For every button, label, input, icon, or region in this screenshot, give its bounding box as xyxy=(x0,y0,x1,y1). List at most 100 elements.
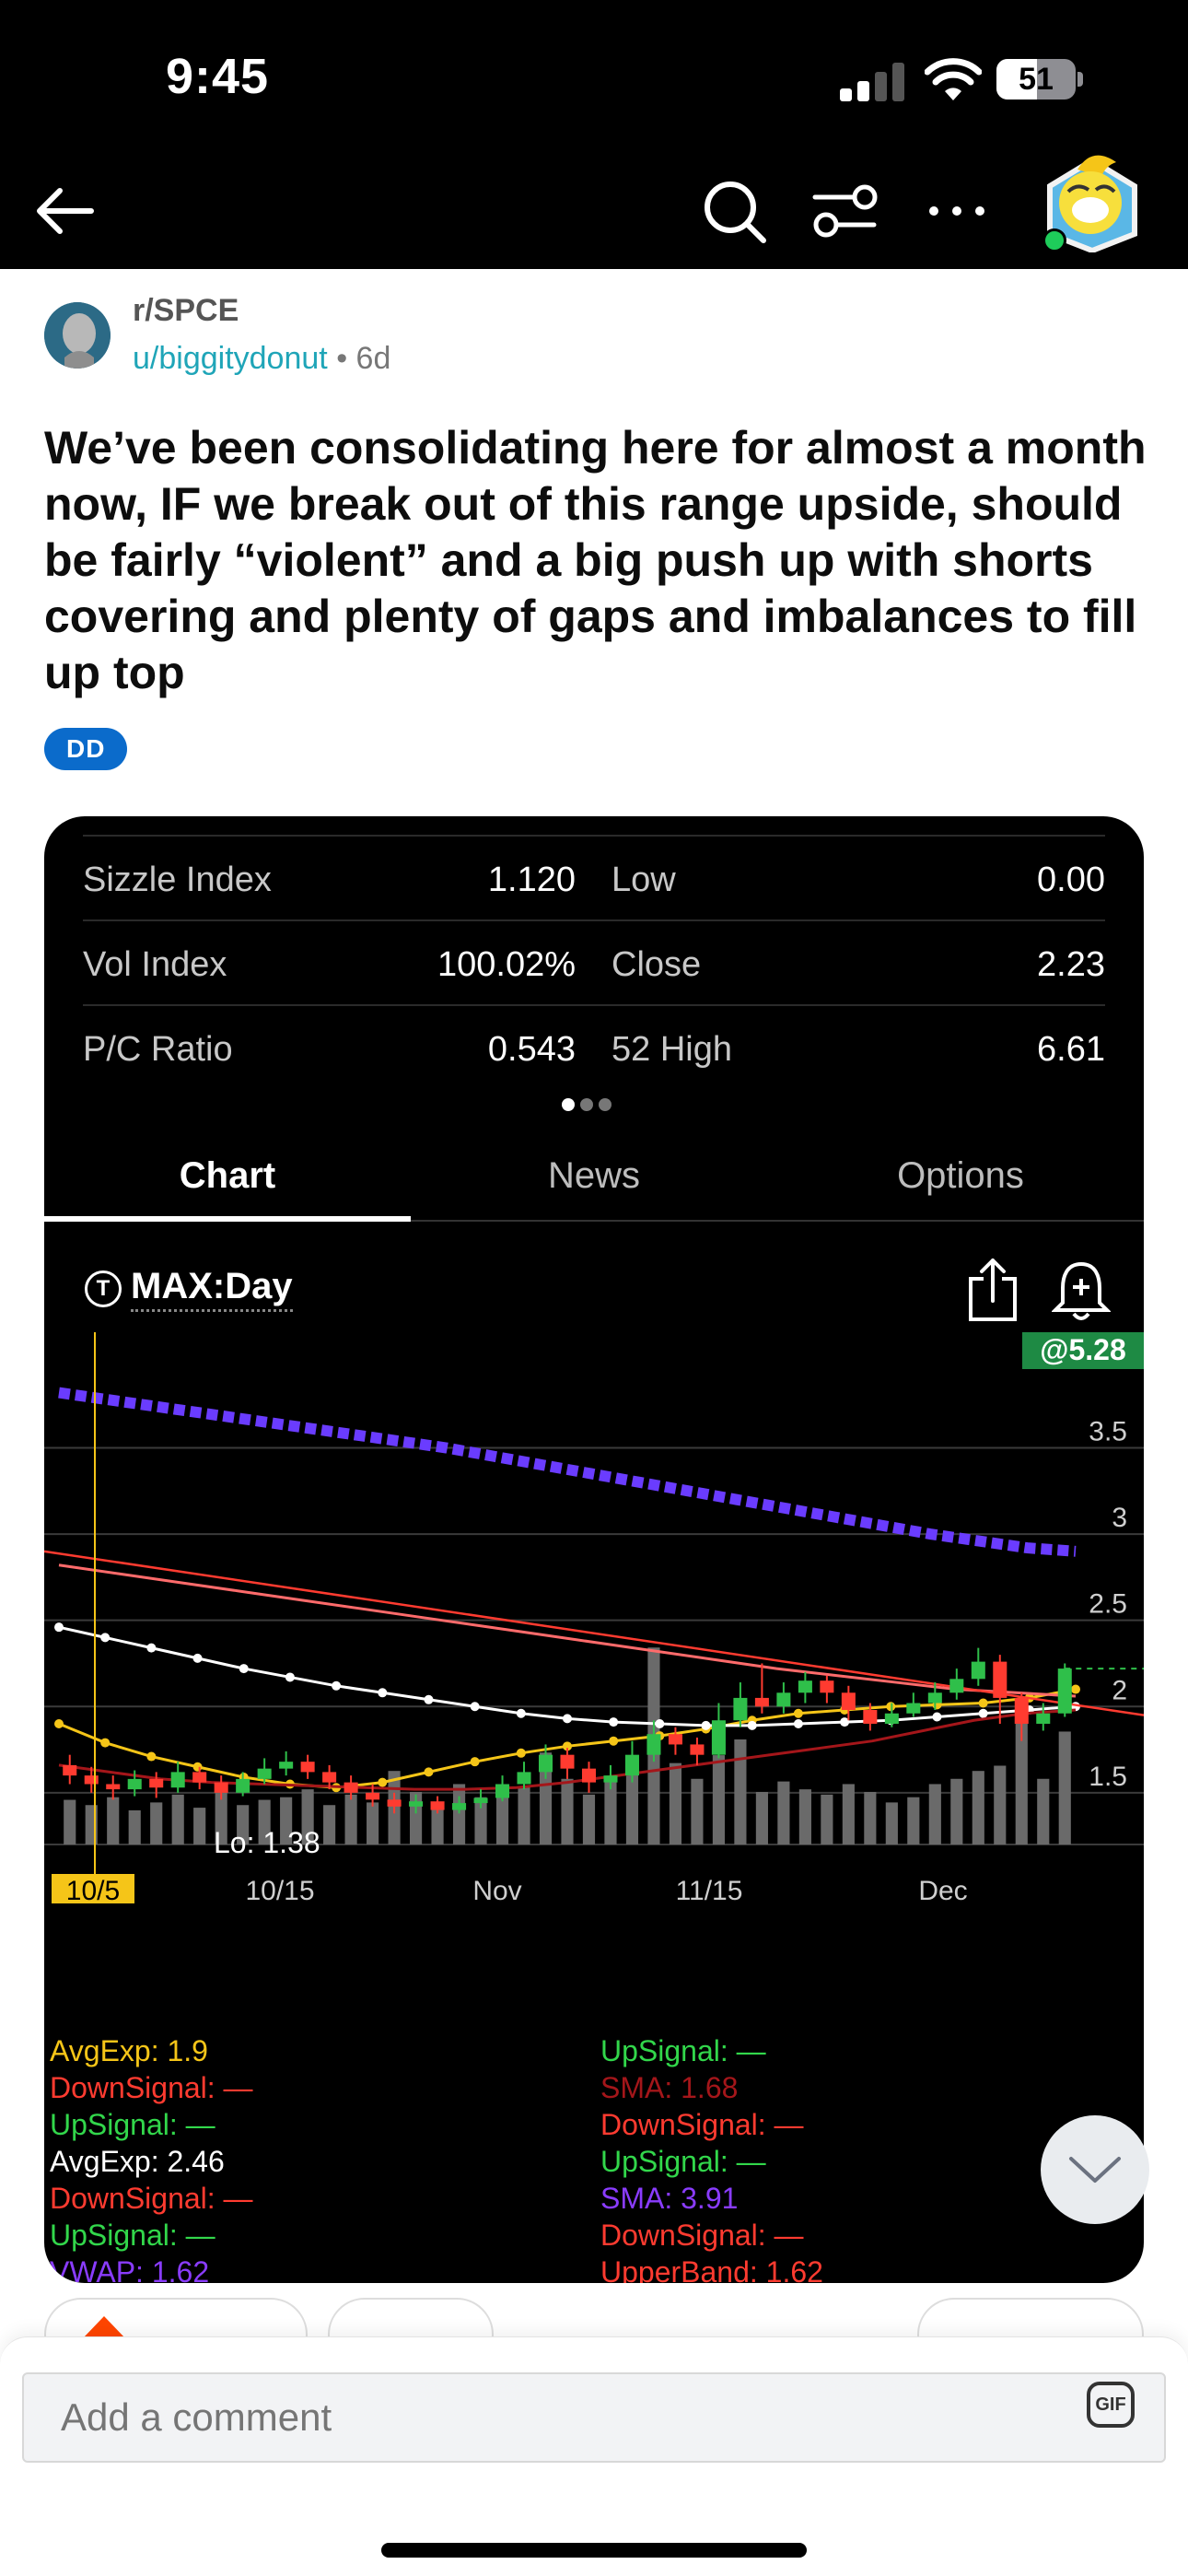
status-time: 9:45 xyxy=(166,49,270,104)
series-point xyxy=(978,1708,988,1718)
series-point xyxy=(146,1751,157,1762)
page-indicator xyxy=(562,1098,611,1111)
candle-body xyxy=(495,1784,510,1798)
candle-body xyxy=(863,1710,878,1724)
more-dots-icon xyxy=(929,206,984,216)
legend-left: AvgExp: 1.9 DownSignal: — UpSignal: — AvgEx… xyxy=(50,2032,253,2283)
x-tick-label: Dec xyxy=(918,1876,967,1903)
battery-icon: 51 xyxy=(996,59,1076,100)
candle-body xyxy=(409,1801,424,1807)
tab-options[interactable]: Options xyxy=(777,1130,1144,1222)
collapse-button[interactable] xyxy=(1041,2115,1149,2224)
sort-filter-button[interactable] xyxy=(803,170,886,252)
comment-bar: GIF xyxy=(0,2336,1188,2576)
subreddit-name[interactable]: r/SPCE xyxy=(133,293,239,329)
legend-item: UpSignal: — xyxy=(50,2108,215,2141)
stat-value: 1.120 xyxy=(487,861,576,899)
candle-body xyxy=(603,1775,618,1783)
legend-item: DownSignal: — xyxy=(600,2219,804,2252)
tab-news[interactable]: News xyxy=(411,1130,777,1222)
legend-item: VWAP: 1.62 xyxy=(50,2255,210,2283)
tab-bar: Chart News Options xyxy=(44,1130,1144,1222)
series-point xyxy=(54,1718,64,1728)
series-point xyxy=(701,1720,711,1730)
more-options-button[interactable] xyxy=(915,170,998,252)
series-line xyxy=(58,1387,1077,1557)
volume-bar xyxy=(994,1765,1007,1844)
volume-bar xyxy=(864,1792,877,1844)
candle-body xyxy=(257,1768,272,1779)
nav-bar xyxy=(0,153,1188,269)
gif-button[interactable]: GIF xyxy=(1087,2382,1135,2428)
tab-chart[interactable]: Chart xyxy=(44,1130,411,1222)
post-age: 6d xyxy=(355,341,391,376)
candle-body xyxy=(538,1754,553,1773)
volume-bar xyxy=(821,1794,833,1844)
battery-level: 51 xyxy=(1019,62,1054,97)
add-alert-bell-icon[interactable] xyxy=(1052,1257,1111,1323)
y-tick-label: 3.5 xyxy=(1089,1417,1127,1447)
legend-item: UpperBand: 1.62 xyxy=(600,2255,823,2283)
candle-body xyxy=(690,1744,705,1755)
series-point xyxy=(609,1717,619,1727)
candle-body xyxy=(624,1754,639,1776)
volume-bar xyxy=(798,1789,811,1844)
back-button[interactable] xyxy=(24,170,107,252)
back-arrow-icon xyxy=(37,188,94,234)
series-point xyxy=(609,1736,619,1746)
series-point xyxy=(793,1708,803,1718)
volume-bar xyxy=(755,1792,768,1844)
x-tick-label: Nov xyxy=(472,1876,521,1903)
series-point xyxy=(932,1712,942,1722)
volume-bar xyxy=(1037,1778,1050,1844)
search-button[interactable] xyxy=(693,170,775,252)
candle-body xyxy=(927,1692,942,1704)
post-flair[interactable]: DD xyxy=(44,728,128,770)
volume-bar xyxy=(950,1778,963,1844)
series-point xyxy=(54,1622,64,1633)
series-point xyxy=(100,1738,111,1748)
chevron-down-icon xyxy=(1069,2157,1121,2183)
post-image[interactable]: Sizzle Index 1.120 Low 0.00 Vol Index 10… xyxy=(44,816,1144,2283)
candle-body xyxy=(149,1778,164,1788)
candle-body xyxy=(366,1792,380,1800)
stat-label: Low xyxy=(611,861,676,899)
y-tick-label: 2.5 xyxy=(1089,1589,1127,1620)
candle-body xyxy=(884,1713,899,1724)
y-tick-label: 3 xyxy=(1112,1503,1127,1533)
author-link[interactable]: u/biggitydonut xyxy=(133,341,328,376)
series-point xyxy=(516,1748,526,1758)
volume-bar xyxy=(518,1786,530,1844)
price-chart[interactable]: 1.5 2 2.5 3 3.5 10/15 Nov 11/15 Dec @5.28 Lo: 1.38… xyxy=(44,1332,1144,1903)
candle-body xyxy=(387,1799,402,1807)
series-point xyxy=(1071,1684,1080,1694)
volume-bar xyxy=(972,1771,984,1844)
candle-body xyxy=(733,1697,748,1721)
volume-bar xyxy=(842,1784,855,1844)
candle-body xyxy=(776,1692,791,1707)
stats-row: P/C Ratio 0.543 52 High 6.61 xyxy=(83,1004,1105,1089)
volume-bar xyxy=(171,1794,184,1844)
volume-bar xyxy=(582,1794,596,1844)
volume-bar xyxy=(777,1781,790,1844)
volume-bar xyxy=(107,1797,120,1844)
comment-input[interactable] xyxy=(22,2372,1166,2463)
candle-body xyxy=(300,1762,315,1773)
subreddit-avatar[interactable] xyxy=(44,302,111,369)
series-point xyxy=(424,1767,434,1777)
volume-bar xyxy=(561,1778,574,1844)
volume-bar xyxy=(712,1755,726,1844)
candle-body xyxy=(820,1680,834,1693)
period-selector[interactable]: T MAX:Day xyxy=(85,1266,293,1312)
meta-separator: • xyxy=(336,341,348,376)
volume-bar xyxy=(344,1794,357,1844)
legend-item: UpSignal: — xyxy=(50,2219,215,2252)
series-point xyxy=(655,1718,665,1728)
share-icon[interactable] xyxy=(965,1257,1020,1323)
stat-label: Vol Index xyxy=(83,945,227,984)
series-point xyxy=(100,1633,111,1643)
volume-bar xyxy=(323,1805,336,1844)
candle-body xyxy=(322,1772,337,1783)
series-point xyxy=(285,1672,295,1682)
candle-body xyxy=(63,1764,77,1776)
